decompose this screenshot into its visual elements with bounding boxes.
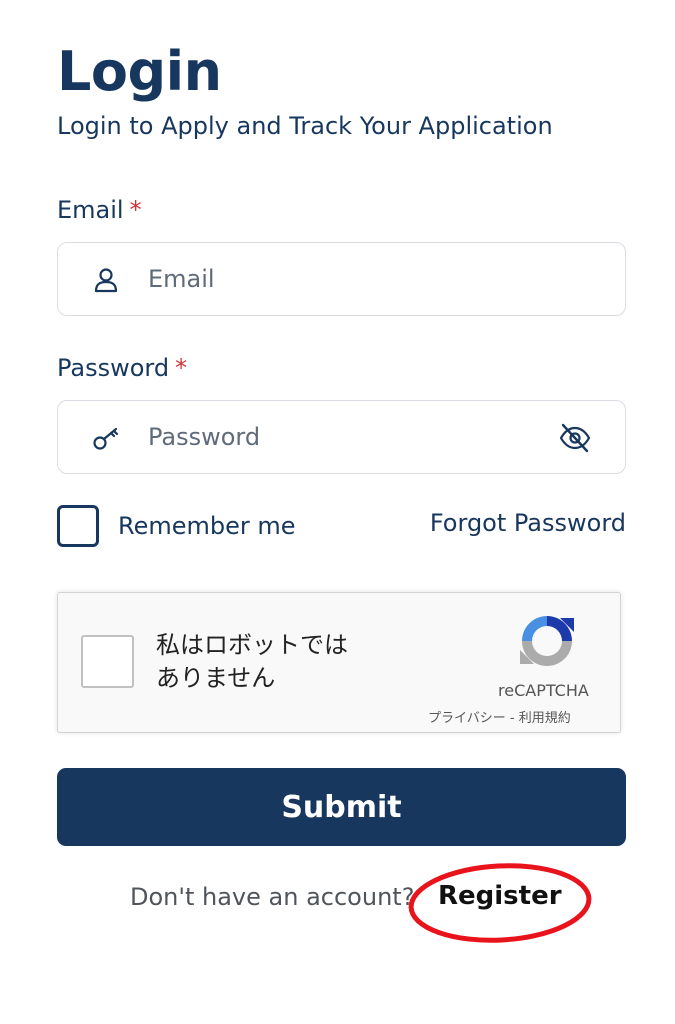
remember-me-label: Remember me (118, 512, 296, 540)
email-input[interactable] (148, 243, 548, 315)
recaptcha-brand: reCAPTCHA (498, 681, 589, 700)
remember-me-checkbox[interactable] (57, 505, 99, 547)
email-label: Email * (57, 196, 142, 224)
required-asterisk: * (175, 354, 188, 382)
forgot-password-link[interactable]: Forgot Password (430, 509, 626, 537)
key-icon (93, 427, 119, 450)
submit-button[interactable]: Submit (57, 768, 626, 846)
recaptcha-label-line1: 私はロボットでは (156, 631, 348, 659)
password-label: Password * (57, 354, 187, 382)
login-page: Login Login to Apply and Track Your Appl… (0, 0, 675, 1024)
recaptcha-label-line2: ありません (156, 664, 276, 692)
recaptcha-checkbox[interactable] (81, 635, 134, 688)
remember-me[interactable]: Remember me (57, 505, 296, 547)
page-title: Login (57, 40, 222, 103)
signup-prompt: Don't have an account? (130, 883, 415, 911)
password-field[interactable] (57, 400, 626, 474)
page-subtitle: Login to Apply and Track Your Applicatio… (57, 112, 553, 140)
eye-off-icon[interactable] (558, 421, 592, 455)
required-asterisk: * (129, 196, 142, 224)
register-link[interactable]: Register (438, 881, 562, 911)
recaptcha-logo-icon (520, 616, 574, 666)
password-label-text: Password (57, 354, 170, 382)
recaptcha-label: 私はロボットでは ありません (156, 629, 436, 695)
recaptcha-privacy-terms-links[interactable]: プライバシー - 利用規約 (428, 707, 571, 726)
email-field[interactable] (57, 242, 626, 316)
email-label-text: Email (57, 196, 124, 224)
password-input[interactable] (148, 401, 548, 473)
recaptcha-widget: 私はロボットでは ありません reCAPTCHA プライバシー - 利用規約 (57, 592, 621, 733)
user-icon (94, 268, 118, 293)
